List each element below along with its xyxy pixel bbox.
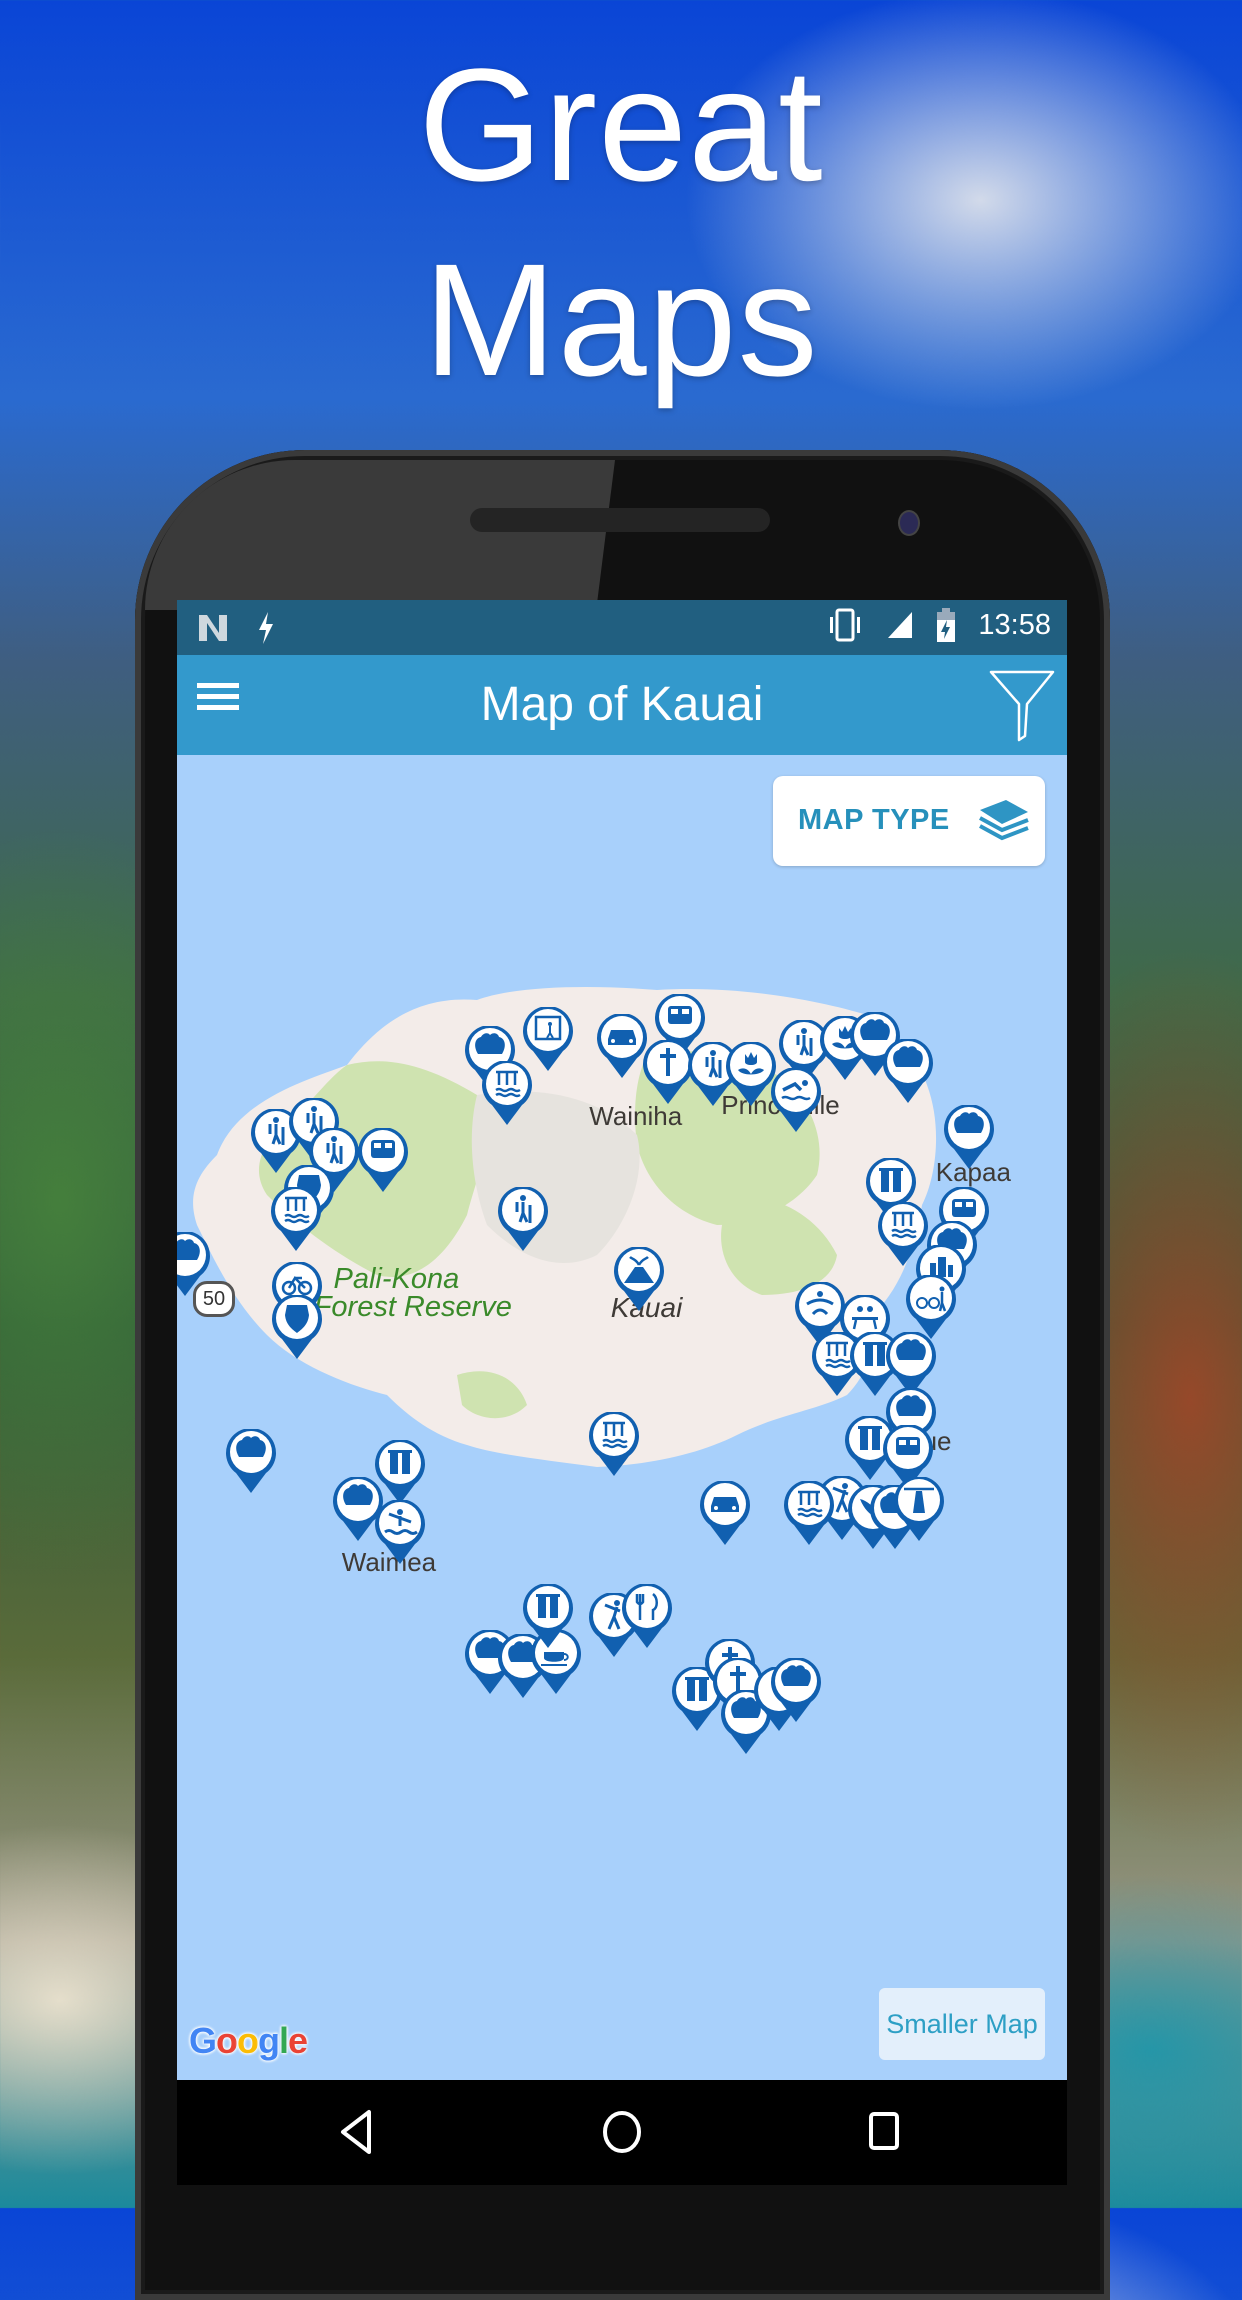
app-bar: Map of Kauai xyxy=(177,655,1067,755)
vibrate-icon xyxy=(830,608,861,642)
phone-bezel-reflection xyxy=(145,460,615,610)
map-view[interactable]: Wainiha Pali-Kona Forest Reserve Kauai Waime… xyxy=(177,755,1067,2080)
map-marker-hiker[interactable] xyxy=(496,1186,550,1253)
map-marker-tower[interactable] xyxy=(521,1582,575,1650)
promo-headline-line1: Great xyxy=(418,35,824,214)
map-marker-park[interactable] xyxy=(270,1294,324,1361)
cell-signal-icon xyxy=(888,612,913,638)
funnel-filter-icon xyxy=(989,670,1055,742)
phone-camera xyxy=(900,512,918,534)
status-bar: 13:58 xyxy=(177,600,1067,655)
map-marker-waterfall[interactable] xyxy=(269,1186,323,1253)
map-marker-shell[interactable] xyxy=(177,1230,212,1298)
hiker-icon xyxy=(498,1186,549,1252)
map-marker-kayak[interactable] xyxy=(373,1498,427,1566)
dining-icon xyxy=(622,1582,672,1648)
car-icon xyxy=(699,1480,750,1546)
promo-headline-line2: Maps xyxy=(423,230,819,409)
map-marker-lighthouse[interactable] xyxy=(892,1476,946,1543)
filter-button[interactable] xyxy=(989,670,1059,742)
map-marker-car[interactable] xyxy=(698,1480,752,1547)
back-triangle-icon xyxy=(341,2110,371,2154)
swimmer-icon xyxy=(770,1067,821,1133)
home-circle-icon xyxy=(603,2111,641,2153)
park-icon xyxy=(272,1294,323,1360)
shell-icon xyxy=(177,1230,210,1296)
bus-icon xyxy=(358,1126,408,1192)
recents-square-icon xyxy=(869,2112,899,2150)
phone-speaker xyxy=(470,508,770,532)
map-marker-shell[interactable] xyxy=(942,1104,996,1171)
map-marker-waterfall[interactable] xyxy=(587,1411,641,1478)
bike-hiker-icon xyxy=(905,1273,956,1339)
map-marker-volcano[interactable] xyxy=(612,1245,666,1313)
map-type-button[interactable]: MAP TYPE xyxy=(773,776,1045,866)
recents-button[interactable] xyxy=(855,2102,915,2162)
google-attribution: Google xyxy=(189,2020,308,2061)
home-button[interactable] xyxy=(592,2102,652,2162)
waterfall-icon xyxy=(783,1480,834,1546)
map-marker-waterfall[interactable] xyxy=(480,1059,534,1127)
status-time: 13:58 xyxy=(978,608,1051,641)
map-marker-waterfall[interactable] xyxy=(782,1480,836,1547)
map-marker-shell[interactable] xyxy=(769,1656,823,1724)
waterfall-icon xyxy=(270,1186,321,1252)
shell-icon xyxy=(226,1428,276,1494)
waterfall-icon xyxy=(481,1059,532,1125)
lighthouse-icon xyxy=(894,1476,945,1542)
flash-icon xyxy=(259,612,273,644)
kayak-icon xyxy=(374,1498,425,1564)
waterfall-icon xyxy=(589,1411,639,1477)
shell-icon xyxy=(943,1104,994,1170)
app-screen: 13:58 Map of Kauai Wainiha Pali-Kona Fores… xyxy=(177,600,1067,2080)
map-marker-shell[interactable] xyxy=(224,1428,278,1495)
shell-icon xyxy=(882,1037,933,1103)
map-place-label: Forest Reserve xyxy=(313,1290,512,1323)
layers-icon xyxy=(979,800,1029,841)
back-button[interactable] xyxy=(327,2102,387,2162)
shell-icon xyxy=(770,1656,821,1722)
map-marker-dining[interactable] xyxy=(620,1582,674,1650)
navigation-bar xyxy=(177,2080,1067,2185)
map-marker-bus[interactable] xyxy=(356,1126,410,1194)
map-type-label: MAP TYPE xyxy=(798,804,950,836)
volcano-icon xyxy=(613,1245,664,1311)
tower-icon xyxy=(523,1582,573,1648)
map-marker-swimmer[interactable] xyxy=(769,1067,823,1134)
battery-charging-icon xyxy=(937,608,956,642)
app-title: Map of Kauai xyxy=(480,678,764,731)
notification-n-icon xyxy=(199,615,227,641)
map-marker-bike-hiker[interactable] xyxy=(904,1273,958,1341)
map-marker-shell[interactable] xyxy=(881,1037,935,1105)
smaller-map-button[interactable]: Smaller Map xyxy=(879,1988,1045,2060)
